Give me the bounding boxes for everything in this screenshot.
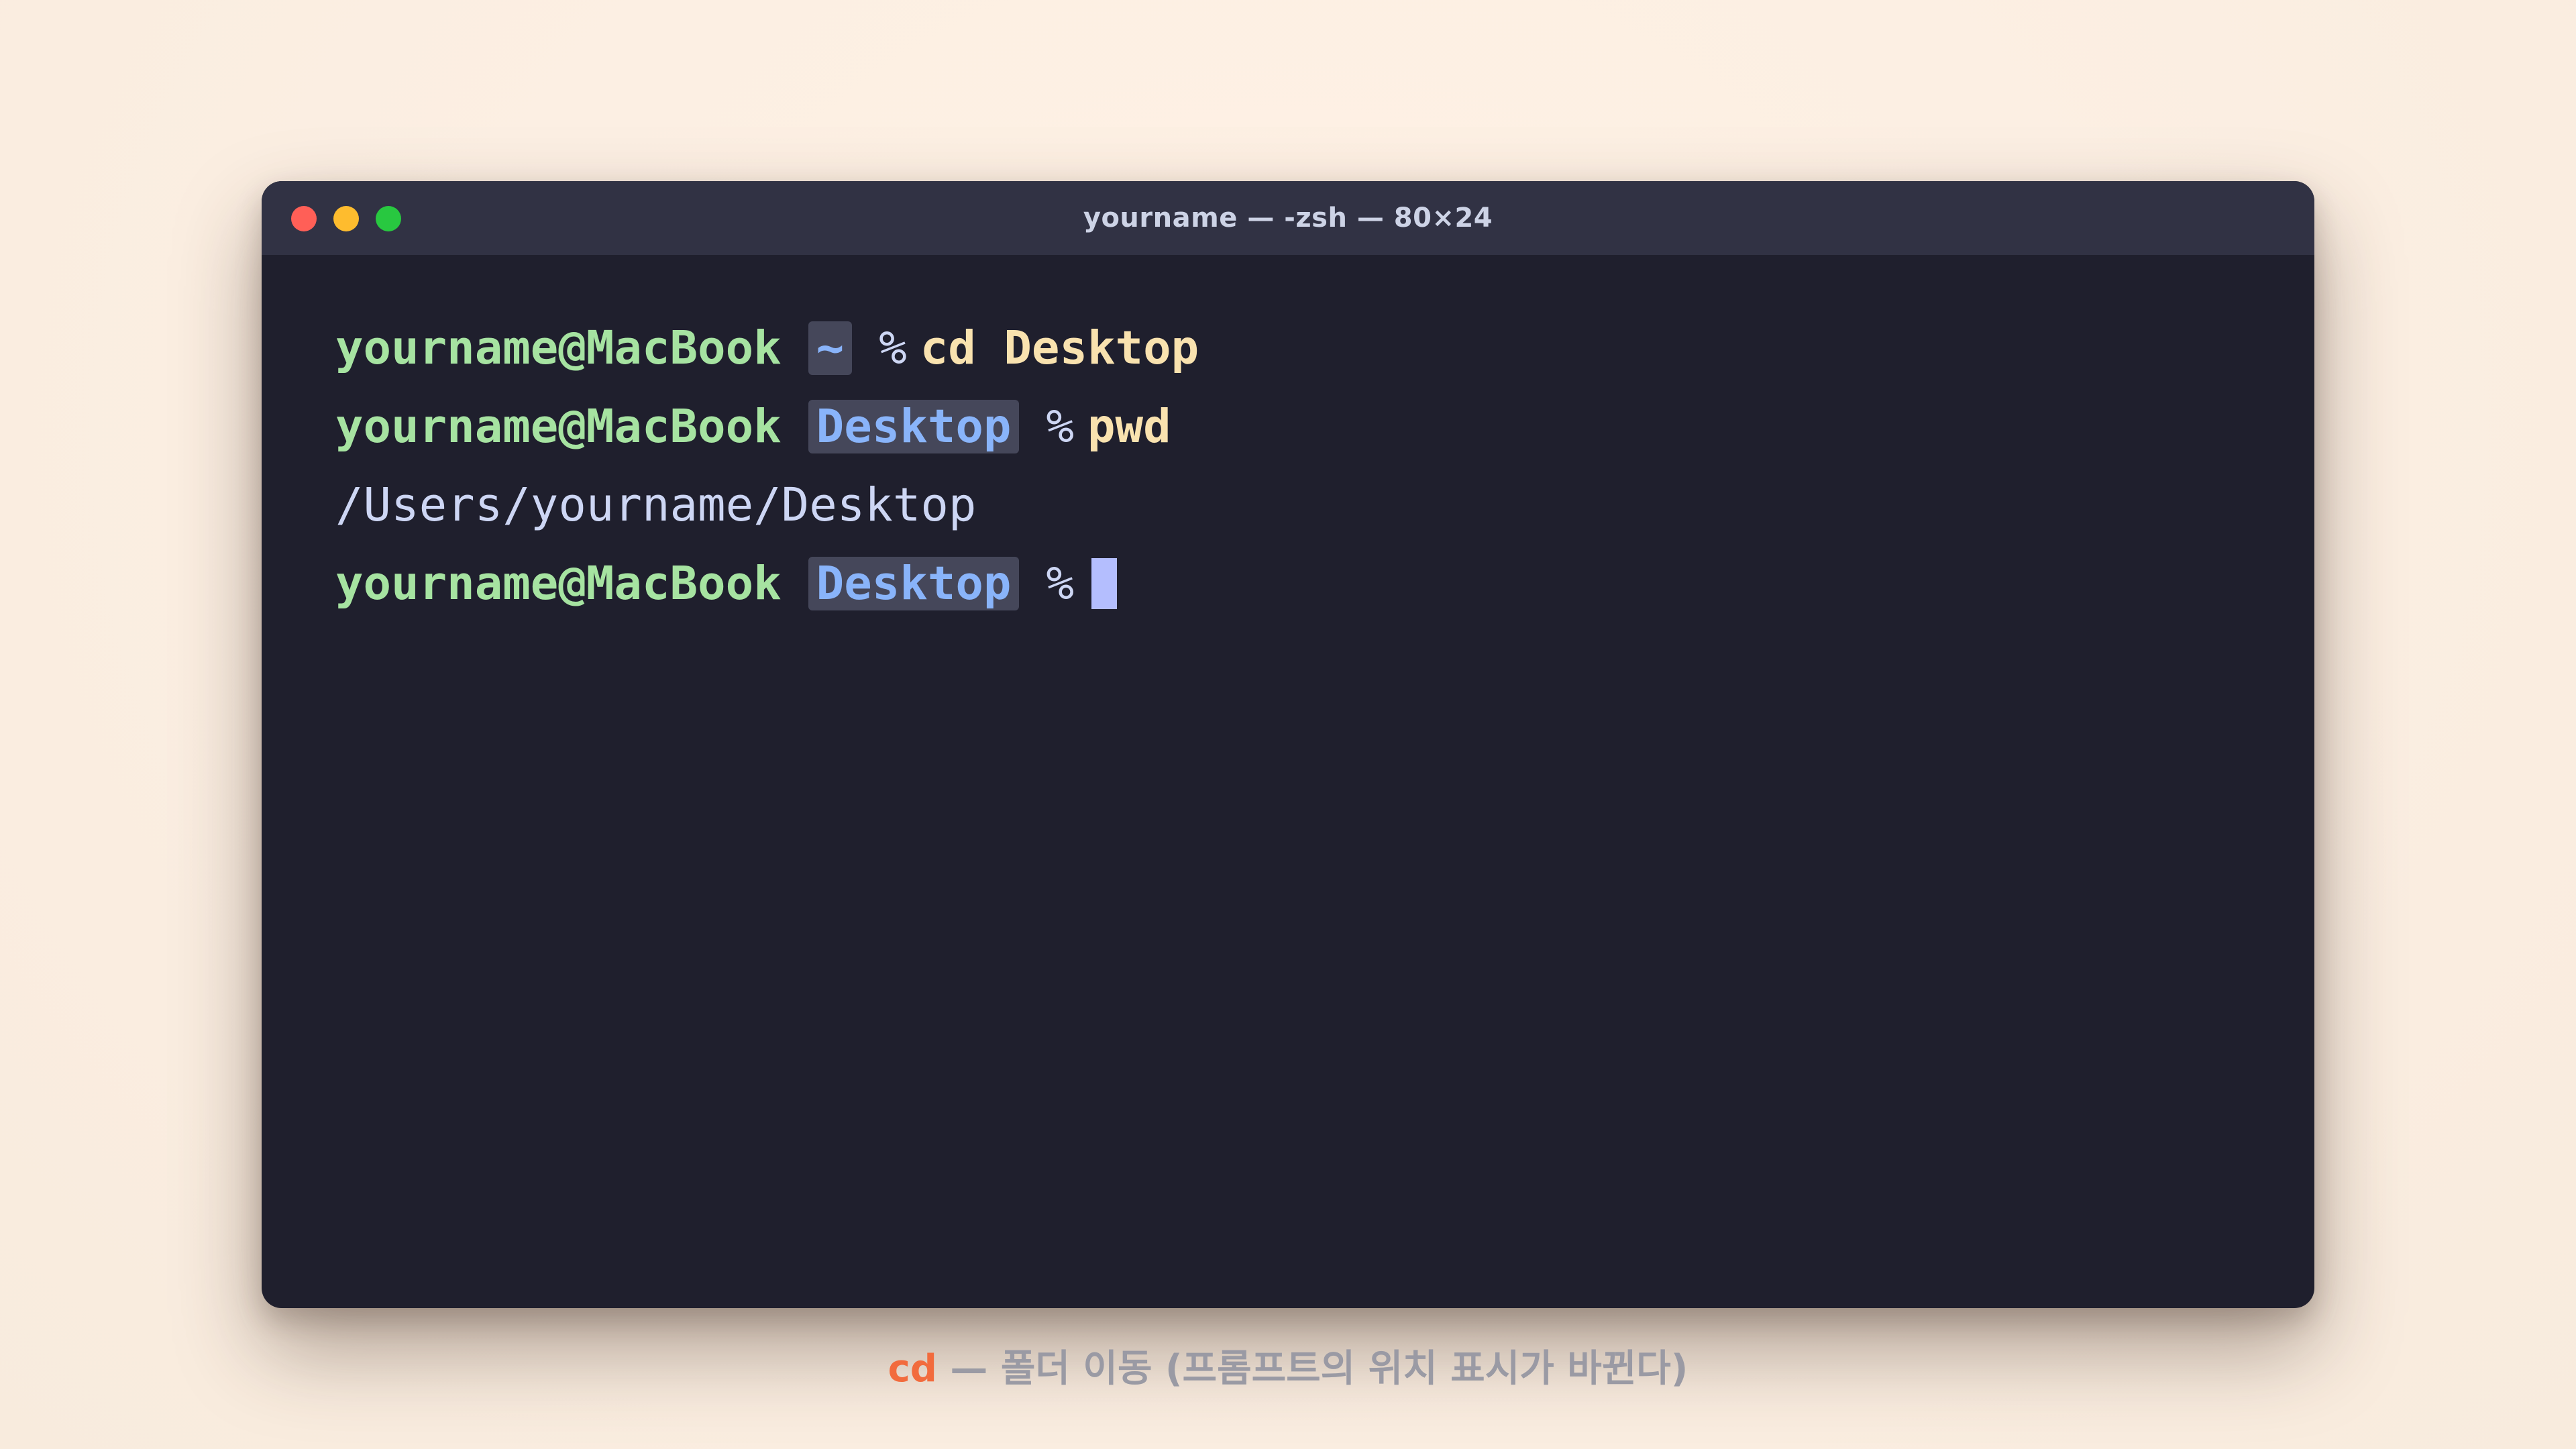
typed-command: cd Desktop [920,321,1199,375]
caption-command: cd [888,1347,937,1391]
prompt-symbol: % [1046,399,1075,453]
terminal-line: yourname@MacBook ~% cd Desktop [335,309,2241,387]
caption: cd — 폴더 이동 (프롬프트의 위치 표시가 바뀐다) [0,1338,2576,1393]
prompt-user-host: yourname@MacBook [335,556,782,610]
typed-command: pwd [1087,399,1171,453]
prompt-symbol: % [879,321,907,375]
prompt-directory: Desktop [808,399,1020,453]
title-bar[interactable]: yourname — -zsh — 80×24 [262,181,2314,255]
terminal-line: /Users/yourname/Desktop [335,466,2241,544]
prompt-symbol: % [1046,556,1075,610]
prompt-directory: Desktop [808,556,1020,610]
terminal-line[interactable]: yourname@MacBook Desktop% [335,544,2241,623]
terminal-content[interactable]: yourname@MacBook ~% cd Desktop yourname@Ma… [335,309,2241,1268]
prompt-directory: ~ [808,321,853,375]
terminal-line: yourname@MacBook Desktop% pwd [335,387,2241,466]
prompt-user-host: yourname@MacBook [335,399,782,453]
command-output: /Users/yourname/Desktop [335,478,977,532]
terminal-window[interactable]: yourname — -zsh — 80×24 yourname@MacBook… [262,181,2314,1308]
window-title: yourname — -zsh — 80×24 [1083,203,1493,233]
caption-description: — 폴더 이동 (프롬프트의 위치 표시가 바뀐다) [936,1347,1688,1391]
text-cursor[interactable] [1091,557,1118,609]
prompt-user-host: yourname@MacBook [335,321,782,375]
